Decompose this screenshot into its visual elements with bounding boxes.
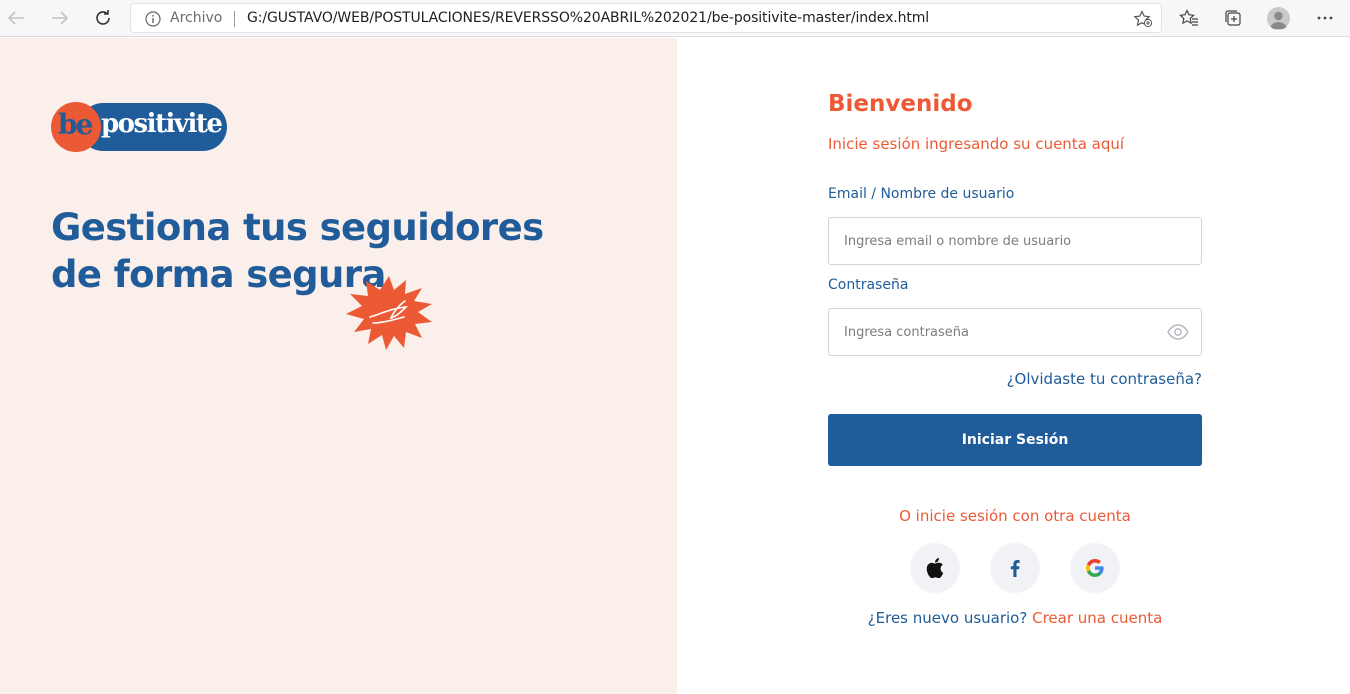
logo-positivite-text: positivite [101,109,223,139]
create-account-link[interactable]: Crear una cuenta [1032,609,1162,627]
login-title: Bienvenido [828,91,973,117]
starburst-badge-icon [346,276,432,350]
forward-button[interactable] [47,6,73,30]
facebook-login-button[interactable] [990,543,1040,593]
hero-panel: be positivite Gestiona tus seguidores de… [0,38,677,694]
hero-title: Gestiona tus seguidores de forma segura [51,204,544,298]
password-label: Contraseña [828,277,909,293]
profile-avatar[interactable] [1267,7,1290,30]
browser-toolbar: Archivo G:/GUSTAVO/WEB/POSTULACIONES/REV… [0,0,1350,37]
settings-menu-button[interactable] [1312,6,1338,30]
forgot-password-link[interactable]: ¿Olvidaste tu contraseña? [828,370,1202,388]
facebook-icon [1010,559,1020,577]
more-icon [1317,16,1333,20]
reload-button[interactable] [90,6,116,30]
hero-title-line-1: Gestiona tus seguidores [51,206,544,249]
google-login-button[interactable] [1070,543,1120,593]
address-bar[interactable]: Archivo G:/GUSTAVO/WEB/POSTULACIONES/REV… [130,3,1162,33]
hero-title-line-2: de forma segura [51,253,386,296]
email-label: Email / Nombre de usuario [828,186,1015,202]
address-prefix: Archivo [170,10,223,26]
reload-icon [96,10,110,25]
arrow-left-icon [7,11,24,25]
signup-prompt: ¿Eres nuevo usuario? Crear una cuenta [828,609,1202,627]
signup-question: ¿Eres nuevo usuario? [867,609,1028,627]
favorites-button[interactable] [1176,6,1202,30]
apple-icon [926,558,944,578]
apple-login-button[interactable] [910,543,960,593]
collections-button[interactable] [1220,6,1246,30]
google-icon [1086,559,1104,577]
eye-icon[interactable] [1167,324,1189,340]
alt-login-text: O inicie sesión con otra cuenta [899,507,1131,525]
login-subtitle: Inicie sesión ingresando su cuenta aquí [828,135,1125,153]
add-favorite-icon[interactable] [1133,10,1153,28]
password-field[interactable] [829,309,1201,355]
email-field-wrapper [828,217,1202,265]
collections-icon [1225,10,1241,26]
password-field-wrapper [828,308,1202,356]
login-panel: Bienvenido Inicie sesión ingresando su c… [677,38,1350,694]
address-url[interactable]: G:/GUSTAVO/WEB/POSTULACIONES/REVERSSO%20… [247,10,929,26]
back-button[interactable] [3,6,29,30]
logo-be-text: be [58,108,93,141]
login-button[interactable]: Iniciar Sesión [828,414,1202,466]
arrow-right-icon [52,11,69,25]
info-icon[interactable] [145,11,161,27]
email-field[interactable] [829,218,1201,264]
favorites-icon [1179,9,1198,26]
brand-logo[interactable]: be positivite [51,102,229,152]
address-divider [234,11,235,27]
profile-icon [1270,11,1287,29]
